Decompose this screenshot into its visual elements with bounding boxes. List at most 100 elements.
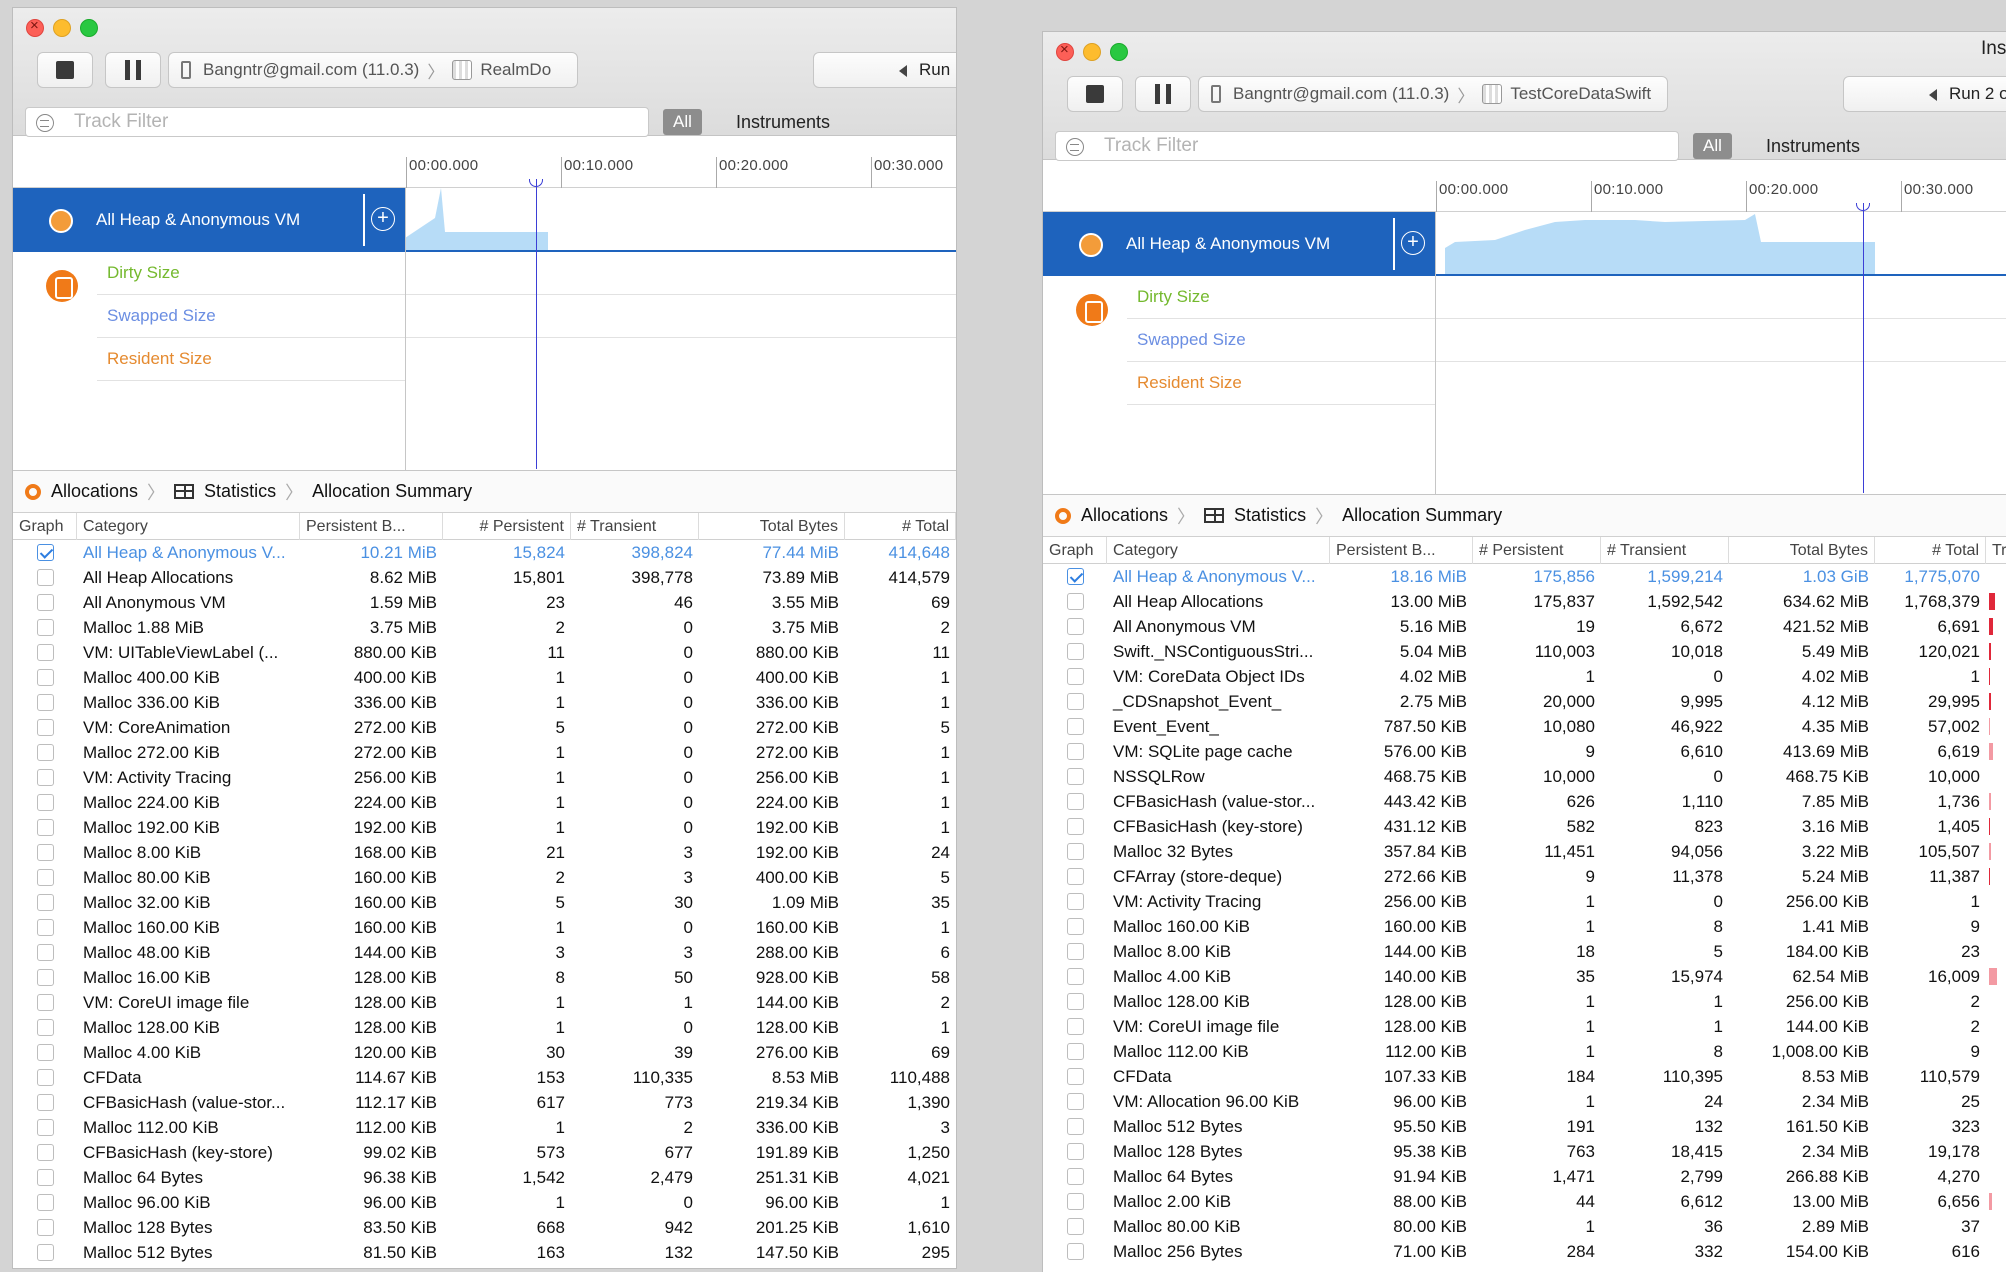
graph-checkbox[interactable] <box>1067 993 1084 1010</box>
track-filter-input[interactable]: Track Filter <box>1055 131 1679 161</box>
graph-checkbox[interactable] <box>1067 1043 1084 1060</box>
close-button[interactable] <box>26 17 44 37</box>
table-row[interactable]: CFData 114.67 KiB 153 110,335 8.53 MiB 110,48… <box>13 1065 956 1090</box>
table-row[interactable]: Malloc 336.00 KiB 336.00 KiB 1 0 336.00 KiB 1 <box>13 690 956 715</box>
table-row[interactable]: Malloc 256 Bytes 71.00 KiB 284 332 154.00 Ki… <box>1043 1239 2006 1264</box>
sub-track-resident[interactable]: Resident Size <box>97 338 405 381</box>
table-row[interactable]: VM: Activity Tracing 256.00 KiB 1 0 256.00 K… <box>13 765 956 790</box>
graph-checkbox[interactable] <box>37 669 54 686</box>
table-row[interactable]: Malloc 128.00 KiB 128.00 KiB 1 0 128.00 KiB 1 <box>13 1015 956 1040</box>
graph-checkbox[interactable] <box>37 819 54 836</box>
table-row[interactable]: Malloc 8.00 KiB 168.00 KiB 21 3 192.00 KiB 24 <box>13 840 956 865</box>
table-row[interactable]: _CDSnapshot_Event_ 2.75 MiB 20,000 9,995 4.1… <box>1043 689 2006 714</box>
table-row[interactable]: CFBasicHash (key-store) 99.02 KiB 573 677 19… <box>13 1140 956 1165</box>
sub-track-swapped[interactable]: Swapped Size <box>1127 319 1435 362</box>
table-row[interactable]: Malloc 128 Bytes 95.38 KiB 763 18,415 2.34 M… <box>1043 1139 2006 1164</box>
graph-checkbox[interactable] <box>37 594 54 611</box>
table-row[interactable]: All Anonymous VM 1.59 MiB 23 46 3.55 MiB 69 <box>13 590 956 615</box>
table-row[interactable]: VM: CoreAnimation 272.00 KiB 5 0 272.00 KiB 5 <box>13 715 956 740</box>
table-row[interactable]: Malloc 1.88 MiB 3.75 MiB 2 0 3.75 MiB 2 <box>13 615 956 640</box>
all-scope-button[interactable]: All <box>663 109 702 135</box>
graph-checkbox[interactable] <box>37 844 54 861</box>
graph-checkbox[interactable] <box>37 619 54 636</box>
table-row[interactable]: Malloc 4.00 KiB 140.00 KiB 35 15,974 62.54 M… <box>1043 964 2006 989</box>
breadcrumb-allocations[interactable]: Allocations <box>51 481 138 502</box>
table-row[interactable]: Malloc 160.00 KiB 160.00 KiB 1 8 1.41 MiB 9 <box>1043 914 2006 939</box>
graph-checkbox[interactable] <box>1067 818 1084 835</box>
table-row[interactable]: Malloc 64 Bytes 96.38 KiB 1,542 2,479 251.31… <box>13 1165 956 1190</box>
breadcrumb-summary[interactable]: Allocation Summary <box>1342 505 1502 526</box>
zoom-button[interactable] <box>80 19 98 37</box>
col-persistent[interactable]: # Persistent <box>1473 537 1601 564</box>
table-row[interactable]: Malloc 80.00 KiB 80.00 KiB 1 36 2.89 MiB 37 <box>1043 1214 2006 1239</box>
target-selector[interactable]: Bangntr@gmail.com (11.0.3) 〉 TestCoreDat… <box>1198 76 1668 112</box>
graph-checkbox[interactable] <box>37 894 54 911</box>
all-scope-button[interactable]: All <box>1693 133 1732 159</box>
col-persistent[interactable]: # Persistent <box>443 513 571 540</box>
graph-checkbox[interactable] <box>37 694 54 711</box>
graph-checkbox[interactable] <box>1067 843 1084 860</box>
col-total-bytes[interactable]: Total Bytes <box>1729 537 1875 564</box>
col-total[interactable]: # Total <box>845 513 956 540</box>
table-row[interactable]: VM: CoreUI image file 128.00 KiB 1 1 144.00 … <box>13 990 956 1015</box>
col-transient[interactable]: # Transient <box>571 513 699 540</box>
zoom-button[interactable] <box>1110 43 1128 61</box>
table-row[interactable]: Malloc 112.00 KiB 112.00 KiB 1 2 336.00 KiB 3 <box>13 1115 956 1140</box>
table-row[interactable]: Malloc 32.00 KiB 160.00 KiB 5 30 1.09 MiB 35 <box>13 890 956 915</box>
table-row[interactable]: Malloc 64 Bytes 91.94 KiB 1,471 2,799 266.88… <box>1043 1164 2006 1189</box>
table-row[interactable]: Swift._NSContiguousStri... 5.04 MiB 110,00… <box>1043 639 2006 664</box>
graph-checkbox[interactable] <box>37 644 54 661</box>
graph-checkbox[interactable] <box>1067 768 1084 785</box>
graph-checkbox[interactable] <box>1067 668 1084 685</box>
graph-checkbox[interactable] <box>1067 1118 1084 1135</box>
graph-checkbox[interactable] <box>1067 718 1084 735</box>
table-row[interactable]: Malloc 400.00 KiB 400.00 KiB 1 0 400.00 KiB 1 <box>13 665 956 690</box>
graph-checkbox[interactable] <box>1067 868 1084 885</box>
table-row[interactable]: Event_Event_ 787.50 KiB 10,080 46,922 4.35 M… <box>1043 714 2006 739</box>
sub-track-dirty[interactable]: Dirty Size <box>97 252 405 295</box>
graph-checkbox[interactable] <box>37 544 54 561</box>
add-track-icon[interactable]: + <box>1401 231 1425 255</box>
breadcrumb-allocations[interactable]: Allocations <box>1081 505 1168 526</box>
graph-checkbox[interactable] <box>1067 1243 1084 1260</box>
minimize-button[interactable] <box>53 19 71 37</box>
table-row[interactable]: NSSQLRow 468.75 KiB 10,000 0 468.75 KiB 10,00… <box>1043 764 2006 789</box>
stop-button[interactable] <box>37 52 93 88</box>
col-category[interactable]: Category <box>1107 537 1330 564</box>
graph-checkbox[interactable] <box>1067 1143 1084 1160</box>
instruments-scope-button[interactable]: Instruments <box>1766 133 1860 159</box>
table-row[interactable]: Malloc 512 Bytes 81.50 KiB 163 132 147.50 Ki… <box>13 1240 956 1265</box>
graph-checkbox[interactable] <box>37 1169 54 1186</box>
graph-checkbox[interactable] <box>37 1219 54 1236</box>
table-row[interactable]: Malloc 8.00 KiB 144.00 KiB 18 5 184.00 KiB 23 <box>1043 939 2006 964</box>
graph-checkbox[interactable] <box>37 994 54 1011</box>
table-row[interactable]: Malloc 48.00 KiB 144.00 KiB 3 3 288.00 KiB 6 <box>13 940 956 965</box>
table-row[interactable]: Malloc 16.00 KiB 128.00 KiB 8 50 928.00 KiB 5… <box>13 965 956 990</box>
graph-checkbox[interactable] <box>37 719 54 736</box>
graph-checkbox[interactable] <box>1067 793 1084 810</box>
table-row[interactable]: Malloc 512 Bytes 95.50 KiB 191 132 161.50 Ki… <box>1043 1114 2006 1139</box>
graph-checkbox[interactable] <box>1067 1093 1084 1110</box>
table-row[interactable]: All Heap & Anonymous V... 10.21 MiB 15,824… <box>13 540 956 565</box>
graph-checkbox[interactable] <box>37 1094 54 1111</box>
graph-checkbox[interactable] <box>1067 893 1084 910</box>
table-row[interactable]: All Heap Allocations 8.62 MiB 15,801 398,77… <box>13 565 956 590</box>
pause-button[interactable] <box>105 52 161 88</box>
table-row[interactable]: Malloc 96.00 KiB 96.00 KiB 1 0 96.00 KiB 1 <box>13 1190 956 1215</box>
table-row[interactable]: Malloc 32 Bytes 357.84 KiB 11,451 94,056 3.2… <box>1043 839 2006 864</box>
graph-checkbox[interactable] <box>1067 1068 1084 1085</box>
run-selector[interactable]: Run 2 o <box>1843 76 2006 112</box>
breadcrumb-statistics[interactable]: Statistics <box>204 481 276 502</box>
graph-checkbox[interactable] <box>37 569 54 586</box>
col-persistent-bytes[interactable]: Persistent B... <box>1330 537 1473 564</box>
graph-checkbox[interactable] <box>37 769 54 786</box>
graph-checkbox[interactable] <box>37 944 54 961</box>
table-row[interactable]: Malloc 128.00 KiB 128.00 KiB 1 1 256.00 KiB 2 <box>1043 989 2006 1014</box>
stop-button[interactable] <box>1067 76 1123 112</box>
playhead[interactable] <box>536 179 537 469</box>
graph-checkbox[interactable] <box>37 919 54 936</box>
table-row[interactable]: All Heap Allocations 13.00 MiB 175,837 1,59… <box>1043 589 2006 614</box>
graph-checkbox[interactable] <box>1067 643 1084 660</box>
graph-checkbox[interactable] <box>37 869 54 886</box>
graph-checkbox[interactable] <box>1067 1218 1084 1235</box>
